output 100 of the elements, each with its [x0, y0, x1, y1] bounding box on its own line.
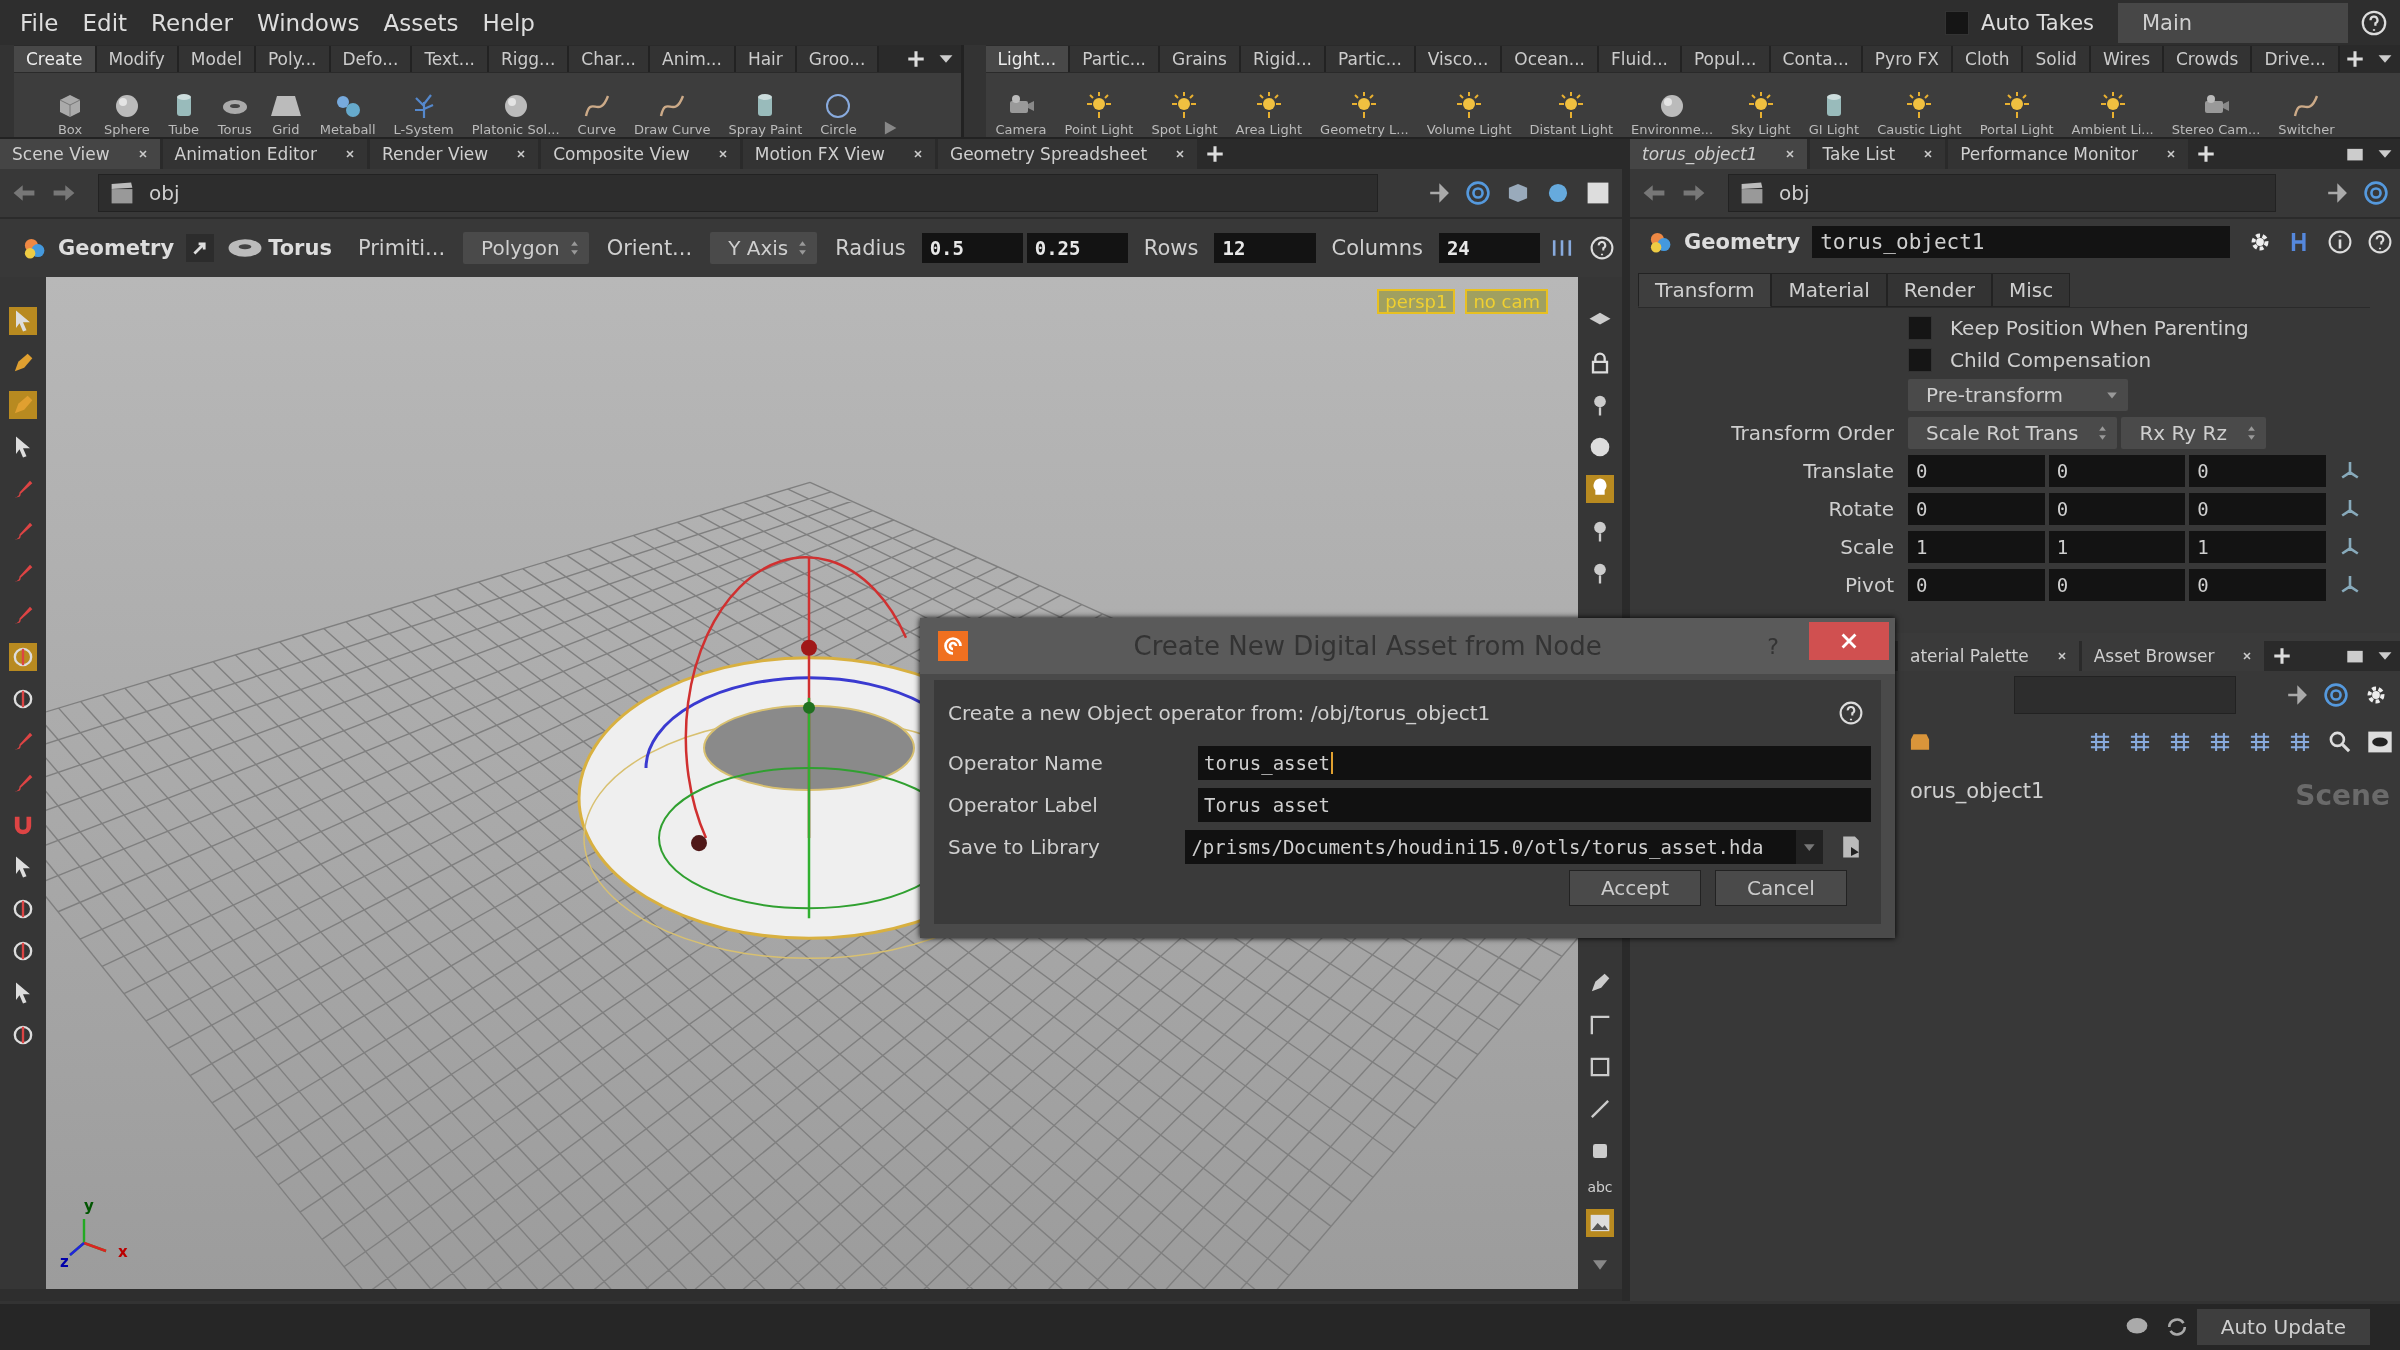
checkbox[interactable] — [1908, 348, 1932, 372]
number-field[interactable]: 1 — [1908, 531, 2045, 563]
parameter-menu[interactable]: Y Axis — [710, 232, 818, 264]
shelf-tab[interactable]: Model — [178, 46, 256, 72]
handle-icon[interactable] — [9, 643, 37, 671]
path-field[interactable]: obj — [98, 174, 1378, 212]
shelf-tool[interactable]: Caustic Light — [1877, 90, 1962, 137]
shelf-tool[interactable]: Draw Curve — [633, 90, 711, 137]
menu-item[interactable]: File — [20, 9, 59, 36]
number-field[interactable]: 0 — [2048, 569, 2186, 601]
help-icon[interactable] — [1588, 235, 1615, 261]
shelf-tab[interactable]: Anim... — [650, 46, 736, 72]
shelf-tool[interactable]: Curve — [577, 90, 616, 137]
shelf-tool[interactable]: Stereo Cam... — [2171, 90, 2261, 137]
parameter-field[interactable]: 0.25 — [1026, 233, 1128, 263]
bulb-icon[interactable] — [1586, 475, 1614, 503]
parameter-field[interactable]: 0.5 — [921, 233, 1023, 263]
parameter-tab[interactable]: Misc — [1991, 273, 2071, 307]
shelf-tab[interactable]: Ocean... — [1502, 46, 1599, 72]
close-icon[interactable] — [1923, 149, 1934, 159]
up-down-arrows-icon[interactable] — [569, 240, 579, 256]
shelf-tool[interactable]: Portal Light — [1979, 90, 2054, 137]
shelf-tool[interactable]: L-System — [393, 90, 454, 137]
node-label[interactable]: orus_object1 — [1910, 779, 2045, 803]
shelf-tab[interactable]: Light... — [985, 46, 1071, 72]
shelf-tool[interactable]: Volume Light — [1426, 90, 1512, 137]
plus-icon[interactable] — [2273, 647, 2292, 665]
shelf-tool[interactable]: Box — [54, 90, 86, 137]
text-field[interactable]: torus_asset — [1198, 746, 1871, 780]
menu-item[interactable]: Assets — [383, 9, 459, 36]
dropdown-icon[interactable] — [1796, 830, 1823, 864]
path-field[interactable]: obj — [1728, 174, 2276, 212]
pane-tab[interactable]: Composite View — [541, 139, 740, 169]
info-icon[interactable] — [2327, 229, 2353, 255]
close-icon[interactable] — [1175, 149, 1186, 159]
text-tool-label[interactable]: abc — [1587, 1179, 1613, 1195]
parameter-tab[interactable]: Material — [1771, 273, 1887, 307]
close-icon[interactable] — [137, 149, 148, 159]
square-icon[interactable] — [1585, 180, 1611, 206]
help-icon[interactable] — [2360, 8, 2388, 37]
parameter-field[interactable]: 12 — [1214, 233, 1316, 263]
file-path-field[interactable]: /prisms/Documents/houdini15.0/otls/torus_asset.hda — [1185, 830, 1797, 864]
shelf-tab[interactable]: Visco... — [1415, 46, 1503, 72]
target-icon[interactable] — [2363, 180, 2389, 206]
shelf-tab[interactable]: Partic... — [1326, 46, 1416, 72]
desktop-menu[interactable]: Main — [2118, 2, 2348, 43]
shelf-tab[interactable]: Popul... — [1681, 46, 1771, 72]
shelf-tab[interactable]: Rigid... — [1240, 46, 1326, 72]
up-down-arrows-icon[interactable] — [2246, 425, 2256, 441]
up-down-arrows-icon[interactable] — [798, 240, 808, 256]
shelf-tab[interactable]: Fluid... — [1598, 46, 1682, 72]
shelf-tab[interactable]: Rigg... — [488, 46, 570, 72]
pane-tab[interactable]: Scene View — [0, 139, 160, 169]
shelf-tool[interactable]: Circle — [820, 90, 857, 137]
shelf-tool[interactable]: Area Light — [1235, 90, 1303, 137]
checkbox[interactable] — [1945, 10, 1970, 35]
shelf-tab[interactable]: Hair — [735, 46, 797, 72]
pane-tab[interactable]: torus_object1 — [1630, 139, 1808, 169]
shelf-tool[interactable]: Sky Light — [1731, 90, 1791, 137]
shelf-tool[interactable]: Sphere — [104, 90, 150, 137]
help-icon[interactable] — [1838, 700, 1864, 726]
shelf-tool[interactable]: Ambient Li... — [2071, 90, 2154, 137]
plus-icon[interactable] — [2346, 50, 2364, 68]
parameter-tab[interactable]: Render — [1886, 273, 1992, 307]
auto-update-menu[interactable]: Auto Update — [2196, 1309, 2370, 1345]
close-icon[interactable] — [717, 149, 728, 159]
eye-icon[interactable] — [2367, 729, 2393, 755]
number-field[interactable]: 1 — [2189, 531, 2326, 563]
number-field[interactable]: 0 — [1908, 493, 2045, 525]
shelf-tab[interactable]: Conta... — [1770, 46, 1863, 72]
help-icon[interactable] — [2367, 229, 2393, 255]
shelf-tab[interactable]: Pyro FX — [1862, 46, 1954, 72]
parameter-menu[interactable]: Rx Ry Rz — [2121, 417, 2266, 449]
shelf-tool[interactable]: Geometry L... — [1320, 90, 1409, 137]
pane-tab[interactable]: Animation Editor — [162, 139, 367, 169]
node-name-field[interactable]: torus_object1 — [1812, 226, 2230, 258]
number-field[interactable]: 0 — [1908, 455, 2045, 487]
shelf-tab[interactable]: Grains — [1160, 46, 1241, 72]
shelf-tab[interactable]: Drive... — [2252, 46, 2340, 72]
close-icon[interactable] — [344, 149, 355, 159]
parameter-menu[interactable]: Polygon — [463, 232, 589, 264]
shelf-tool[interactable]: Point Light — [1064, 90, 1134, 137]
search-icon[interactable] — [2327, 729, 2353, 755]
pre-transform-menu[interactable]: Pre-transform — [1908, 379, 2128, 411]
pane-tab[interactable]: Geometry Spreadsheet — [937, 139, 1198, 169]
shelf-tab[interactable]: Text... — [412, 46, 489, 72]
shelf-tool[interactable]: Grid — [269, 90, 302, 137]
shelf-tool[interactable]: Platonic Sol... — [471, 90, 560, 137]
shelf-tool[interactable]: Tube — [167, 90, 200, 137]
menu-item[interactable]: Windows — [256, 9, 360, 36]
parameter-tab[interactable]: Transform — [1638, 273, 1772, 307]
shelf-tab[interactable]: Crowds — [2164, 46, 2253, 72]
shelf-tab[interactable]: Solid — [2023, 46, 2091, 72]
up-down-arrows-icon[interactable] — [2098, 425, 2108, 441]
shelf-tab[interactable]: Groo... — [796, 46, 880, 72]
number-field[interactable]: 0 — [1908, 569, 2045, 601]
dialog-button[interactable]: Cancel — [1715, 870, 1847, 906]
shelf-tool[interactable]: GI Light — [1808, 90, 1860, 137]
shelf-tab[interactable]: Modify — [96, 46, 179, 72]
close-icon[interactable] — [1785, 149, 1796, 159]
